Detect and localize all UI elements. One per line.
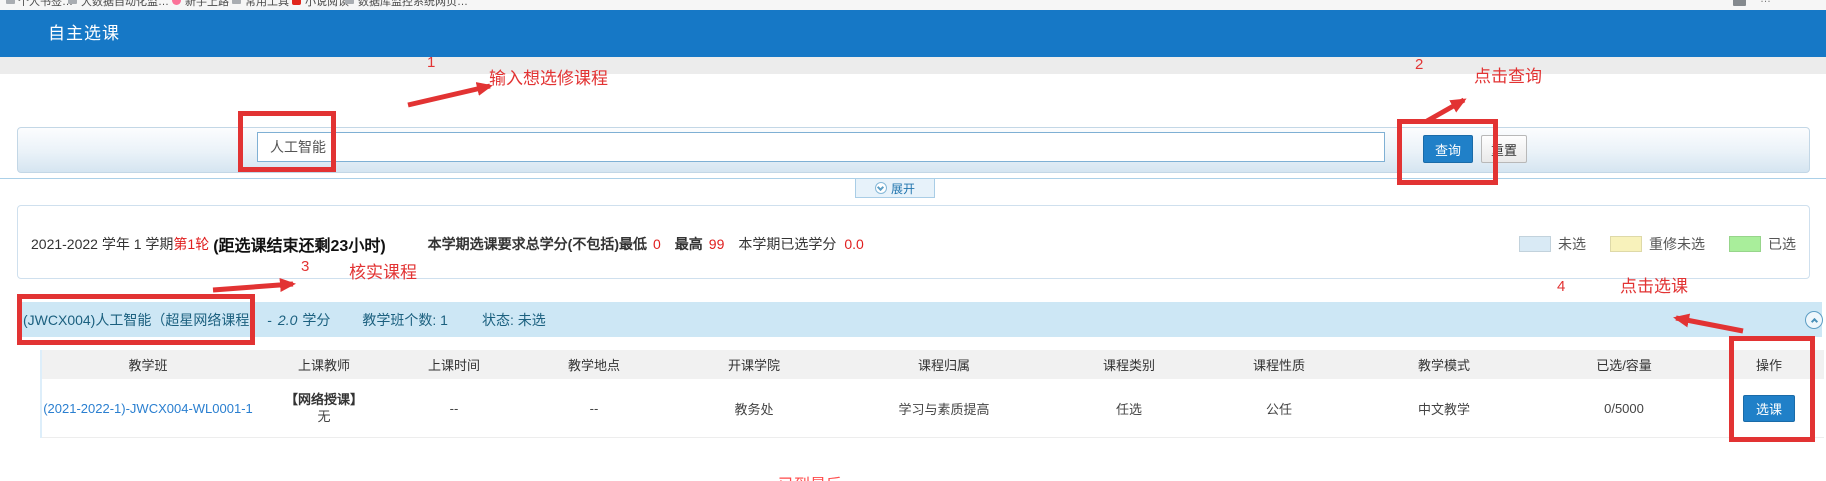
selected-credits-value: 0.0 — [844, 236, 863, 252]
legend-swatch-selected — [1729, 236, 1761, 252]
status-legend: 未选 重修未选 已选 — [1519, 234, 1796, 254]
teaching-class-table: 教学班 上课教师 上课时间 教学地点 开课学院 课程归属 课程类别 课程性质 教… — [42, 350, 1824, 438]
legend-item: 已选 — [1729, 234, 1796, 254]
legend-label: 已选 — [1768, 234, 1796, 254]
term-label: 2021-2022 学年 1 学期 — [31, 234, 173, 254]
annotation-arrow-1 — [408, 86, 490, 105]
nature-cell: 公任 — [1204, 379, 1354, 438]
countdown-label: (距选课结束还剩23小时) — [213, 232, 385, 256]
course-detail-section: 教学班 上课教师 上课时间 教学地点 开课学院 课程归属 课程类别 课程性质 教… — [40, 350, 1824, 438]
col-header-action: 操作 — [1714, 350, 1824, 379]
monitor-icon — [1733, 0, 1746, 6]
credit-max-label: 最高 — [675, 234, 703, 254]
site-square-icon — [292, 0, 301, 5]
credit-max-value: 99 — [709, 236, 725, 252]
course-credits-value: 2.0 — [278, 312, 297, 328]
legend-item: 未选 — [1519, 234, 1586, 254]
folder-icon — [232, 0, 241, 4]
class-place-cell: -- — [514, 379, 674, 438]
col-header-class: 教学班 — [42, 350, 254, 379]
bookmark-item[interactable]: 常用工具 — [245, 0, 289, 9]
affiliation-cell: 学习与素质提高 — [834, 379, 1054, 438]
semester-info-row: 2021-2022 学年 1 学期 第1轮 (距选课结束还剩23小时) 本学期选… — [31, 232, 1796, 256]
expand-tab[interactable]: 展开 — [855, 179, 935, 198]
site-dot-icon — [172, 0, 181, 5]
annotation-arrow-2 — [1427, 100, 1464, 121]
reset-button[interactable]: 重置 — [1481, 135, 1527, 163]
collapse-chevron-up-icon[interactable] — [1805, 311, 1823, 329]
credit-requirement-label: 本学期选课要求总学分(不包括)最低 — [428, 234, 647, 254]
folder-icon — [345, 0, 354, 4]
col-header-mode: 教学模式 — [1354, 350, 1534, 379]
bookmark-item[interactable]: 新手上路 — [185, 0, 229, 9]
class-time-cell: -- — [394, 379, 514, 438]
credit-min-value: 0 — [653, 236, 661, 252]
bookmarks-overflow[interactable]: … — [1760, 0, 1771, 5]
class-count-label: 教学班个数: 1 — [362, 310, 448, 330]
col-header-affiliation: 课程归属 — [834, 350, 1054, 379]
course-search-input[interactable] — [257, 132, 1385, 162]
table-row: (2021-2022-1)-JWCX004-WL0001-1 【网络授课】 无 … — [42, 379, 1824, 438]
category-cell: 任选 — [1054, 379, 1204, 438]
bookmark-item[interactable]: 小说阅读 — [305, 0, 349, 9]
course-status-label: 状态: 未选 — [482, 310, 546, 330]
legend-swatch-retake — [1610, 236, 1642, 252]
folder-icon — [6, 0, 15, 4]
end-of-list-note: 已到最后… — [778, 471, 858, 481]
course-selection-page: 个人书签… 大数据自动化监… 新手上路 常用工具 小说阅读 数据库监控系统网页…… — [0, 0, 1826, 481]
course-credits-unit: 学分 — [302, 310, 330, 330]
legend-label: 未选 — [1558, 234, 1586, 254]
legend-swatch-unselected — [1519, 236, 1551, 252]
col-header-capacity: 已选/容量 — [1534, 350, 1714, 379]
subheader-strip — [0, 57, 1826, 74]
teacher-tag: 【网络授课】 — [255, 391, 393, 408]
col-header-college: 开课学院 — [674, 350, 834, 379]
semester-panel: 2021-2022 学年 1 学期 第1轮 (距选课结束还剩23小时) 本学期选… — [17, 205, 1810, 279]
expand-label: 展开 — [891, 180, 915, 197]
round-label: 第1轮 — [173, 234, 209, 254]
bookmark-item[interactable]: 大数据自动化监… — [81, 0, 169, 9]
page-title: 自主选课 — [48, 10, 120, 57]
app-header: 自主选课 — [0, 10, 1826, 57]
teacher-name: 无 — [255, 408, 393, 425]
selected-credits-label: 本学期已选学分 — [738, 234, 836, 254]
chevron-down-circle-icon — [875, 182, 887, 194]
col-header-nature: 课程性质 — [1204, 350, 1354, 379]
bookmark-item[interactable]: 个人书签… — [18, 0, 73, 9]
capacity-cell: 0/5000 — [1534, 379, 1714, 438]
mode-cell: 中文教学 — [1354, 379, 1534, 438]
annotation-arrow-3 — [213, 284, 293, 290]
course-header-bar: (JWCX004)人工智能（超星网络课程） - 2.0 学分 教学班个数: 1 … — [17, 302, 1822, 337]
select-course-button[interactable]: 选课 — [1743, 395, 1795, 422]
table-header-row: 教学班 上课教师 上课时间 教学地点 开课学院 课程归属 课程类别 课程性质 教… — [42, 350, 1824, 379]
query-button[interactable]: 查询 — [1423, 135, 1473, 163]
course-title: (JWCX004)人工智能（超星网络课程） - — [23, 310, 272, 330]
class-code-link[interactable]: (2021-2022-1)-JWCX004-WL0001-1 — [43, 401, 253, 416]
legend-item: 重修未选 — [1610, 234, 1705, 254]
col-header-place: 教学地点 — [514, 350, 674, 379]
col-header-category: 课程类别 — [1054, 350, 1204, 379]
folder-icon — [68, 0, 77, 4]
col-header-teacher: 上课教师 — [254, 350, 394, 379]
bookmarks-bar: 个人书签… 大数据自动化监… 新手上路 常用工具 小说阅读 数据库监控系统网页…… — [0, 0, 1826, 10]
college-cell: 教务处 — [674, 379, 834, 438]
annotation-step-number-4: 4 — [1557, 278, 1565, 295]
col-header-time: 上课时间 — [394, 350, 514, 379]
legend-label: 重修未选 — [1649, 234, 1705, 254]
bookmark-item[interactable]: 数据库监控系统网页… — [358, 0, 468, 9]
